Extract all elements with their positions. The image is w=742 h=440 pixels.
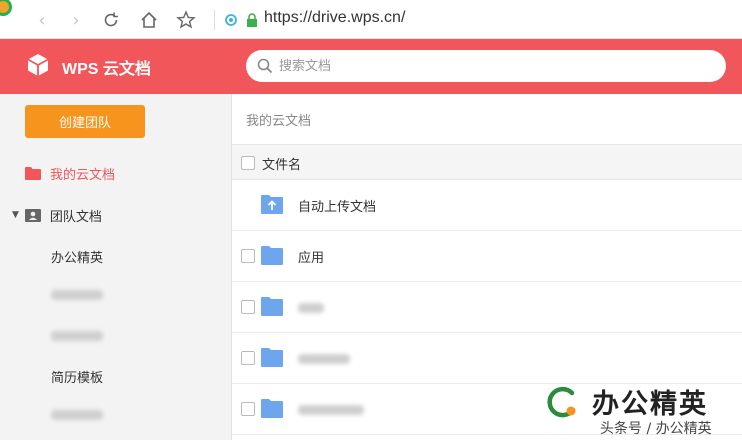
sidebar-item-team-1[interactable]: 办公精英 bbox=[51, 244, 103, 268]
sidebar-item-team-docs[interactable]: ▼ 团队文档 bbox=[12, 203, 102, 227]
file-name[interactable]: 自动上传文档 bbox=[298, 196, 376, 215]
toolbar-divider bbox=[214, 10, 215, 30]
home-icon[interactable] bbox=[138, 9, 160, 31]
table-row[interactable]: 自动上传文档 bbox=[232, 180, 742, 231]
browser-toolbar: ‹ › https://drive.wps.cn/ bbox=[0, 0, 742, 39]
sidebar-item-blurred[interactable] bbox=[51, 331, 103, 341]
search-icon bbox=[256, 57, 274, 75]
create-team-button[interactable]: 创建团队 bbox=[25, 105, 145, 138]
breadcrumb[interactable]: 我的云文档 bbox=[246, 110, 311, 129]
table-header: 文件名 bbox=[232, 144, 742, 180]
browser-logo-icon bbox=[0, 0, 12, 16]
table-row[interactable] bbox=[232, 333, 742, 384]
row-checkbox[interactable] bbox=[241, 402, 255, 416]
address-bar-url[interactable]: https://drive.wps.cn/ bbox=[264, 9, 405, 27]
folder-icon bbox=[25, 166, 41, 180]
search-box[interactable] bbox=[246, 50, 726, 82]
caret-down-icon[interactable]: ▼ bbox=[12, 210, 19, 220]
file-name-blurred[interactable] bbox=[298, 405, 364, 415]
forward-icon[interactable]: › bbox=[65, 9, 87, 31]
table-row[interactable]: 应用 bbox=[232, 231, 742, 282]
lock-icon bbox=[244, 9, 260, 31]
file-name-blurred[interactable] bbox=[298, 354, 350, 364]
reload-icon[interactable] bbox=[100, 9, 122, 31]
file-name[interactable]: 应用 bbox=[298, 247, 324, 266]
back-icon[interactable]: ‹ bbox=[31, 9, 53, 31]
folder-icon bbox=[261, 296, 283, 316]
watermark: 办公精英 头条号 / 办公精英 bbox=[540, 382, 740, 440]
sidebar-item-my-docs[interactable]: 我的云文档 bbox=[25, 161, 115, 185]
folder-icon bbox=[261, 347, 283, 367]
file-name-blurred[interactable] bbox=[298, 303, 324, 313]
site-info-icon[interactable] bbox=[222, 9, 240, 31]
app-header: WPS 云文档 bbox=[0, 39, 742, 94]
sidebar-item-label: 我的云文档 bbox=[50, 167, 116, 183]
row-checkbox[interactable] bbox=[241, 300, 255, 314]
search-input[interactable] bbox=[279, 55, 699, 77]
folder-icon bbox=[261, 398, 283, 418]
sidebar-item-blurred[interactable] bbox=[51, 290, 103, 300]
sidebar-item-blurred[interactable] bbox=[51, 410, 103, 420]
sidebar-item-team-2[interactable]: 简历模板 bbox=[51, 364, 103, 388]
select-all-checkbox[interactable] bbox=[241, 156, 255, 170]
team-folder-icon bbox=[24, 208, 41, 222]
app-brand[interactable]: WPS 云文档 bbox=[62, 55, 151, 79]
sidebar: 创建团队 我的云文档 ▼ 团队文档 办公精英 简历模板 bbox=[0, 94, 232, 440]
sidebar-item-label: 团队文档 bbox=[49, 209, 102, 225]
watermark-logo-icon bbox=[544, 384, 580, 420]
row-checkbox[interactable] bbox=[241, 249, 255, 263]
row-checkbox[interactable] bbox=[241, 351, 255, 365]
folder-icon bbox=[261, 245, 283, 265]
watermark-title: 办公精英 bbox=[592, 389, 708, 420]
wps-logo-icon bbox=[25, 52, 51, 78]
upload-folder-icon bbox=[261, 194, 283, 214]
star-icon[interactable] bbox=[175, 9, 197, 31]
table-row[interactable] bbox=[232, 282, 742, 333]
column-header-filename[interactable]: 文件名 bbox=[262, 154, 301, 173]
watermark-subtitle: 头条号 / 办公精英 bbox=[600, 421, 712, 437]
